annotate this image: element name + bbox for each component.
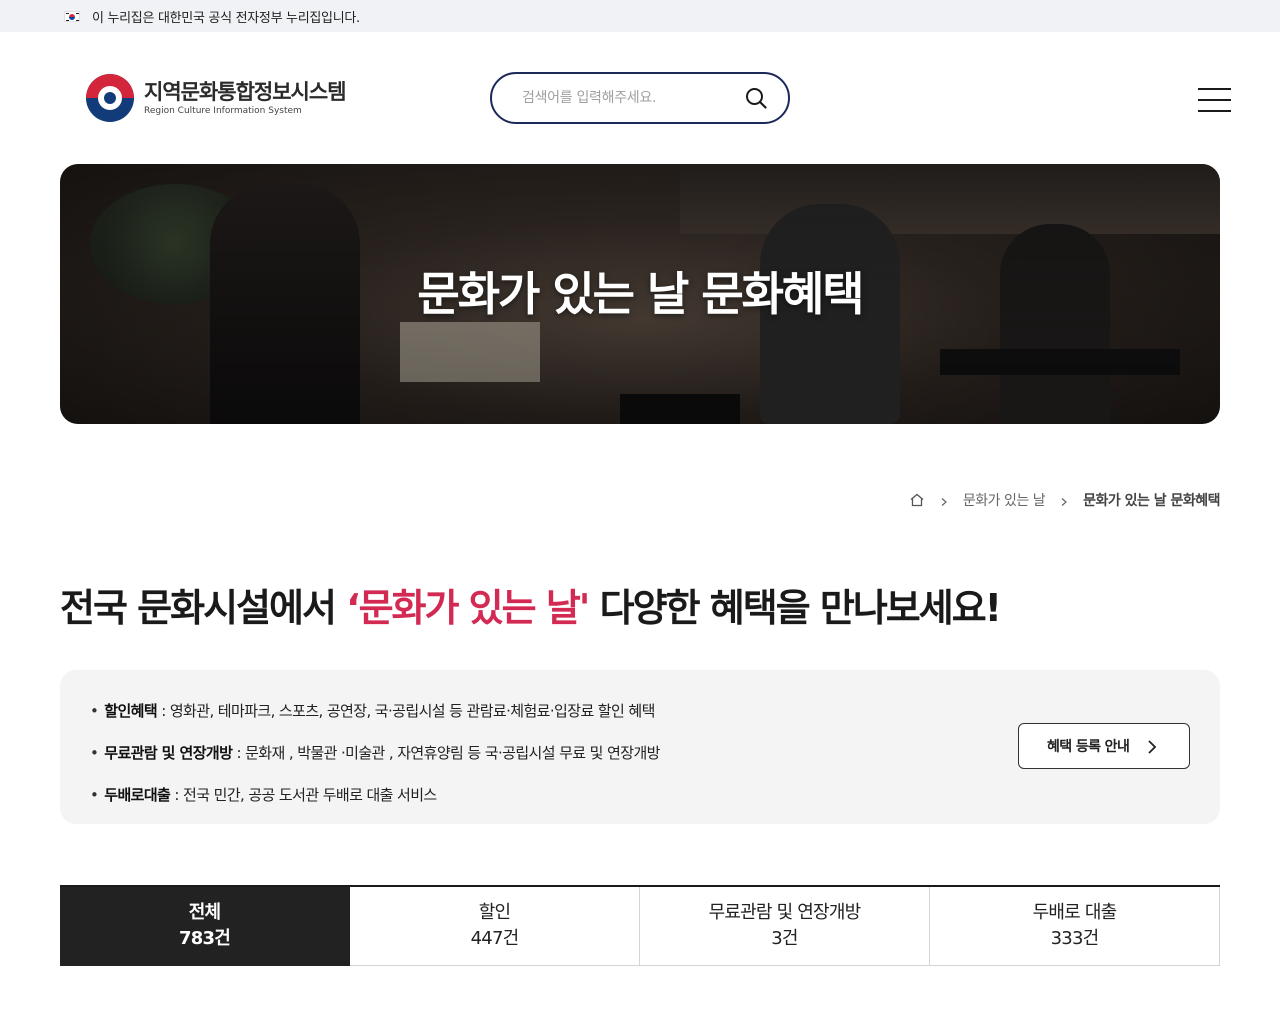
benefit-label: 무료관람 및 연장개방 bbox=[104, 744, 233, 762]
gov-banner-text: 이 누리집은 대한민국 공식 전자정부 누리집입니다. bbox=[92, 10, 360, 26]
benefit-info-box: 할인혜택 : 영화관, 테마파크, 스포츠, 공연장, 국·공립시설 등 관람료… bbox=[60, 670, 1220, 824]
tab-label: 전체 bbox=[188, 902, 221, 923]
home-icon[interactable] bbox=[909, 492, 925, 508]
logo-subtitle: Region Culture Information System bbox=[144, 106, 302, 116]
site-header: 지역문화통합정보시스템 Region Culture Information S… bbox=[0, 32, 1280, 164]
headline-highlight: ‘문화가 있는 날' bbox=[346, 586, 590, 630]
hamburger-menu-icon[interactable] bbox=[1198, 88, 1232, 114]
tab-double-loan[interactable]: 두배로 대출 333건 bbox=[930, 887, 1220, 966]
chevron-right-icon bbox=[939, 495, 949, 506]
gov-banner: 이 누리집은 대한민국 공식 전자정부 누리집입니다. bbox=[0, 0, 1280, 32]
headline-before: 전국 문화시설에서 bbox=[60, 586, 347, 630]
tab-label: 할인 bbox=[478, 902, 511, 923]
benefit-text: : 전국 민간, 공공 도서관 두배로 대출 서비스 bbox=[170, 786, 437, 804]
breadcrumb-item[interactable]: 문화가 있는 날 bbox=[963, 490, 1046, 510]
list-item: 할인혜택 : 영화관, 테마파크, 스포츠, 공연장, 국·공립시설 등 관람료… bbox=[90, 690, 660, 732]
tab-label: 무료관람 및 연장개방 bbox=[708, 902, 861, 923]
site-logo[interactable]: 지역문화통합정보시스템 Region Culture Information S… bbox=[86, 74, 347, 122]
benefit-registration-label: 혜택 등록 안내 bbox=[1047, 739, 1130, 755]
tab-free-admission[interactable]: 무료관람 및 연장개방 3건 bbox=[640, 887, 930, 966]
chevron-right-icon bbox=[1059, 495, 1069, 506]
search-icon[interactable] bbox=[744, 86, 768, 110]
benefit-text: : 영화관, 테마파크, 스포츠, 공연장, 국·공립시설 등 관람료·체험료·… bbox=[157, 702, 655, 720]
benefit-label: 할인혜택 bbox=[104, 702, 158, 720]
search-box bbox=[490, 72, 790, 124]
hero-banner: 문화가 있는 날 문화혜택 bbox=[60, 164, 1220, 424]
tab-count: 783건 bbox=[179, 928, 231, 949]
search-input[interactable] bbox=[522, 90, 722, 106]
headline-after: 다양한 혜택을 만나보세요! bbox=[588, 586, 1002, 630]
chevron-right-icon bbox=[1148, 740, 1157, 754]
breadcrumb: 문화가 있는 날 문화가 있는 날 문화혜택 bbox=[909, 486, 1220, 514]
benefit-list: 할인혜택 : 영화관, 테마파크, 스포츠, 공연장, 국·공립시설 등 관람료… bbox=[90, 690, 660, 816]
tab-count: 3건 bbox=[771, 928, 798, 949]
list-item: 두배로대출 : 전국 민간, 공공 도서관 두배로 대출 서비스 bbox=[90, 774, 660, 816]
tab-label: 두배로 대출 bbox=[1032, 902, 1118, 923]
benefit-text: : 문화재 , 박물관 ·미술관 , 자연휴양림 등 국·공립시설 무료 및 연… bbox=[232, 744, 660, 762]
logo-title: 지역문화통합정보시스템 bbox=[144, 80, 347, 104]
tab-count: 447건 bbox=[470, 928, 520, 949]
tab-discount[interactable]: 할인 447건 bbox=[350, 887, 640, 966]
list-item: 무료관람 및 연장개방 : 문화재 , 박물관 ·미술관 , 자연휴양림 등 국… bbox=[90, 732, 660, 774]
benefit-label: 두배로대출 bbox=[104, 786, 171, 804]
page-headline: 전국 문화시설에서 ‘문화가 있는 날' 다양한 혜택을 만나보세요! bbox=[60, 580, 1002, 636]
korea-flag-icon bbox=[64, 10, 80, 22]
taegeuk-logo-icon bbox=[86, 74, 134, 122]
tab-all[interactable]: 전체 783건 bbox=[60, 887, 350, 966]
hero-title: 문화가 있는 날 문화혜택 bbox=[417, 267, 864, 321]
breadcrumb-current[interactable]: 문화가 있는 날 문화혜택 bbox=[1083, 490, 1220, 510]
category-tabs: 전체 783건 할인 447건 무료관람 및 연장개방 3건 두배로 대출 33… bbox=[60, 885, 1220, 966]
benefit-registration-button[interactable]: 혜택 등록 안내 bbox=[1018, 723, 1190, 769]
tab-count: 333건 bbox=[1050, 928, 1100, 949]
